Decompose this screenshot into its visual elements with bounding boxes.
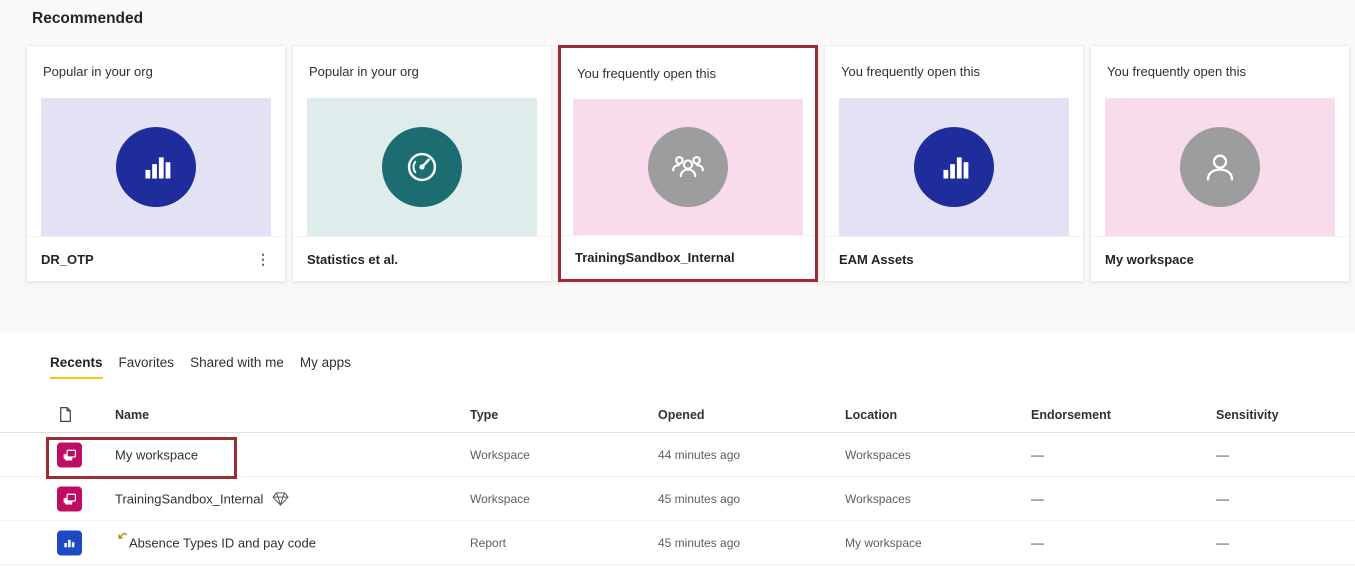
tab[interactable]: Favorites [119, 355, 175, 379]
item-endorsement: — [1031, 491, 1044, 506]
card-footer: DR_OTP [27, 236, 285, 281]
card-footer: My workspace [1091, 236, 1349, 281]
card-footer: Statistics et al. [293, 236, 551, 281]
item-type-icon [57, 442, 82, 467]
document-icon [57, 406, 74, 423]
item-type: Workspace [470, 491, 530, 506]
column-header-name[interactable]: Name [115, 408, 149, 422]
card-type-icon [648, 127, 728, 208]
table-header: Name Type Opened Location Endorsement Se… [0, 400, 1355, 433]
card-reason-label: Popular in your org [309, 64, 419, 79]
more-options-icon[interactable] [255, 251, 271, 268]
recommended-card[interactable]: You frequently open this TrainingSandbox… [558, 45, 818, 282]
item-name-cell: TrainingSandbox_Internal [115, 491, 289, 506]
item-type: Report [470, 535, 507, 550]
item-name-cell: My workspace [115, 447, 198, 462]
content-tabs: Recents Favorites Shared with me My apps [50, 355, 351, 379]
table-row[interactable]: TrainingSandbox_Internal Workspace 45 mi… [0, 477, 1355, 521]
item-opened: 45 minutes ago [658, 491, 741, 506]
item-name: TrainingSandbox_Internal [115, 491, 264, 506]
card-title: EAM Assets [839, 251, 914, 267]
column-header-type[interactable]: Type [470, 408, 498, 422]
item-sensitivity: — [1216, 447, 1229, 462]
card-title: TrainingSandbox_Internal [575, 250, 735, 266]
card-reason-label: Popular in your org [43, 64, 153, 79]
column-header-sensitivity[interactable]: Sensitivity [1216, 408, 1279, 422]
recommended-card[interactable]: You frequently open this My workspace [1090, 45, 1350, 282]
card-thumbnail [839, 97, 1069, 237]
premium-diamond-icon [272, 491, 289, 506]
item-type-icon [57, 530, 82, 555]
card-thumbnail [307, 97, 537, 237]
recommended-heading: Recommended [32, 10, 144, 27]
table-row[interactable]: My workspace Workspace 44 minutes ago Wo… [0, 433, 1355, 479]
card-footer: TrainingSandbox_Internal [561, 235, 815, 279]
card-type-icon [1180, 127, 1260, 208]
item-type-icon [57, 486, 82, 511]
item-type: Workspace [470, 447, 530, 462]
card-title: Statistics et al. [307, 251, 399, 267]
item-sensitivity: — [1216, 535, 1229, 550]
item-opened: 44 minutes ago [658, 447, 741, 462]
card-reason-label: You frequently open this [841, 64, 981, 79]
recents-table: My workspace Workspace 44 minutes ago Wo… [0, 433, 1355, 565]
item-location: My workspace [845, 535, 922, 550]
item-location: Workspaces [845, 447, 911, 462]
recommended-card[interactable]: Popular in your org DR_OTP [26, 45, 286, 282]
card-type-icon [116, 127, 196, 208]
item-location: Workspaces [845, 491, 911, 506]
card-type-icon [914, 127, 994, 208]
table-row[interactable]: Absence Types ID and pay code Report 45 … [0, 521, 1355, 565]
card-thumbnail [573, 99, 803, 236]
column-header-endorsement[interactable]: Endorsement [1031, 408, 1111, 422]
card-reason-label: You frequently open this [577, 66, 717, 81]
card-reason-label: You frequently open this [1107, 64, 1247, 79]
card-thumbnail [41, 97, 271, 237]
recommended-cards-row: Popular in your org DR_OTP Popular in yo… [26, 45, 1350, 282]
card-type-icon [382, 127, 462, 208]
item-name: Absence Types ID and pay code [129, 535, 316, 550]
card-title: My workspace [1105, 251, 1194, 267]
item-endorsement: — [1031, 447, 1044, 462]
recommended-card[interactable]: You frequently open this EAM Assets [824, 45, 1084, 282]
tab[interactable]: Shared with me [190, 355, 284, 379]
tab[interactable]: Recents [50, 355, 103, 379]
card-title: DR_OTP [41, 251, 94, 267]
card-thumbnail [1105, 97, 1335, 237]
card-footer: EAM Assets [825, 236, 1083, 281]
item-name: My workspace [115, 447, 199, 462]
item-sensitivity: — [1216, 491, 1229, 506]
recommended-card[interactable]: Popular in your org Statistics et al. [292, 45, 552, 282]
new-item-icon [115, 531, 127, 543]
column-header-location[interactable]: Location [845, 408, 897, 422]
item-opened: 45 minutes ago [658, 535, 741, 550]
item-name-cell: Absence Types ID and pay code [115, 532, 316, 550]
item-endorsement: — [1031, 535, 1044, 550]
column-header-opened[interactable]: Opened [658, 408, 705, 422]
tab[interactable]: My apps [300, 355, 351, 379]
